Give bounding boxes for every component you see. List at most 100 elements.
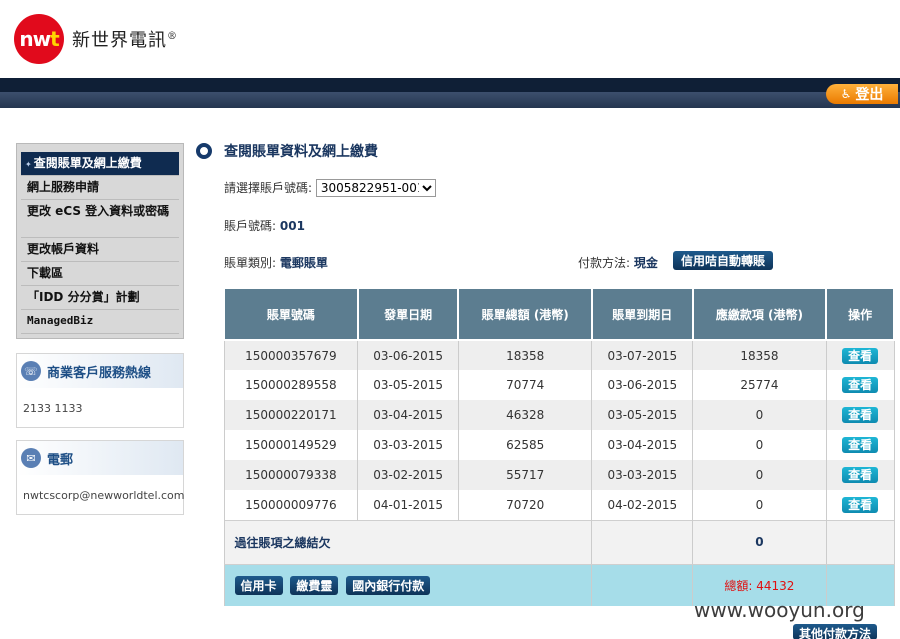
pay-method-row: 付款方法: 現金 (578, 256, 658, 270)
bill-total-cell: 46328 (457, 400, 593, 430)
wheelchair-icon: ♿ (840, 87, 852, 101)
col-bill-total: 賬單總額 (港幣) (457, 287, 593, 341)
view-button[interactable]: 查看 (842, 467, 879, 483)
other-pay-method-button[interactable]: 其他付款方法 (793, 624, 878, 639)
view-button[interactable]: 查看 (842, 437, 879, 453)
hotline-number: 2133 1133 (23, 402, 83, 415)
issue-date-cell: 04-01-2015 (357, 490, 459, 520)
pay-method-value: 現金 (633, 256, 658, 270)
account-no-row: 賬戶號碼: 001 (224, 219, 305, 233)
bill-total-cell: 70774 (457, 370, 593, 400)
bill-total-cell: 55717 (457, 460, 593, 490)
view-button[interactable]: 查看 (842, 347, 879, 364)
view-button[interactable]: 查看 (842, 377, 879, 393)
mail-icon: ✉ (21, 448, 41, 468)
sidebar-item-change-ecs-login[interactable]: 更改 eCS 登入資料或密碼 (21, 200, 179, 238)
col-bill-no: 賬單號碼 (223, 287, 359, 341)
logout-button[interactable]: ♿ 登出 (826, 84, 898, 104)
sidebar-item-bills[interactable]: ✦ 查閱賬單及網上繳費 (21, 152, 179, 176)
issue-date-cell: 03-03-2015 (357, 430, 459, 460)
credit-card-button[interactable]: 信用卡 (234, 575, 283, 595)
due-date-cell: 03-04-2015 (591, 430, 694, 460)
due-date-cell: 03-03-2015 (591, 460, 694, 490)
bill-type-row: 賬單類別: 電郵賬單 (224, 256, 328, 270)
past-due-row: 過往賬項之總結欠 0 (223, 519, 895, 565)
pps-button[interactable]: 繳費靈 (290, 575, 339, 595)
watermark-text: www.wooyun.org (694, 598, 865, 622)
bill-no-cell: 150000009776 (223, 490, 359, 520)
action-cell: 查看 (825, 340, 895, 370)
bill-total-cell: 70720 (457, 490, 593, 520)
table-header-row: 賬單號碼 發單日期 賬單總額 (港幣) 賬單到期日 應繳款項 (港幣) 操作 (223, 287, 895, 341)
sidebar-item-managedbiz[interactable]: ManagedBiz (21, 310, 179, 334)
past-due-value: 0 (692, 519, 827, 565)
issue-date-cell: 03-04-2015 (357, 400, 459, 430)
bill-no-cell: 150000079338 (223, 460, 359, 490)
amount-due-cell: 18358 (692, 340, 827, 370)
email-header: ✉ 電郵 (17, 441, 183, 475)
account-select-row: 請選擇賬戶號碼: 3005822951-001 (224, 179, 436, 197)
col-due-date: 賬單到期日 (590, 287, 694, 341)
amount-due-cell: 25774 (692, 370, 827, 400)
due-date-cell: 03-05-2015 (591, 400, 694, 430)
view-button[interactable]: 查看 (842, 407, 879, 423)
bill-no-cell: 150000357679 (223, 340, 359, 370)
bill-type-value: 電郵賬單 (279, 256, 328, 270)
action-cell: 查看 (825, 370, 895, 400)
hotline-box: ☏ 商業客戶服務熱線 2133 1133 (16, 353, 184, 428)
brand-logo[interactable]: nw t 新世界電訊® (14, 14, 178, 64)
bill-total-cell: 62585 (457, 430, 593, 460)
logo-text: 新世界電訊® (72, 30, 178, 51)
star-icon: ✦ (25, 160, 32, 169)
col-amount-due: 應繳款項 (港幣) (691, 287, 828, 341)
sidebar-menu: ✦ 查閱賬單及網上繳費 網上服務申請 更改 eCS 登入資料或密碼 更改帳戶資料 … (16, 143, 184, 339)
col-action: 操作 (825, 287, 895, 341)
logo-mark: nw t (14, 14, 64, 64)
amount-due-cell: 0 (692, 490, 827, 520)
issue-date-cell: 03-06-2015 (357, 340, 459, 370)
issue-date-cell: 03-02-2015 (357, 460, 459, 490)
past-due-label: 過往賬項之總結欠 (223, 519, 593, 565)
bill-total-cell: 18358 (457, 340, 593, 370)
table-row: 150000079338 03-02-2015 55717 03-03-2015… (223, 460, 895, 490)
sidebar-item-idd-plan[interactable]: 「IDD 分分賞」計劃 (21, 286, 179, 310)
email-address[interactable]: nwtcscorp@newworldtel.com (17, 475, 185, 514)
auto-transfer-button[interactable]: 信用咭自動轉賬 (673, 251, 774, 270)
table-row: 150000149529 03-03-2015 62585 03-04-2015… (223, 430, 895, 460)
hotline-header: ☏ 商業客戶服務熱線 (17, 354, 183, 388)
action-cell: 查看 (825, 460, 895, 490)
amount-due-cell: 0 (692, 460, 827, 490)
due-date-cell: 03-07-2015 (591, 340, 694, 370)
email-box: ✉ 電郵 nwtcscorp@newworldtel.com (16, 440, 185, 515)
issue-date-cell: 03-05-2015 (357, 370, 459, 400)
header-subbar (0, 92, 900, 108)
view-button[interactable]: 查看 (842, 496, 879, 513)
page-title: 查閱賬單資料及網上繳費 (196, 141, 378, 161)
bill-no-cell: 150000289558 (223, 370, 359, 400)
pay-buttons-cell: 信用卡 繳費靈 國內銀行付款 (223, 564, 593, 606)
header-bar (0, 78, 900, 92)
action-cell: 查看 (825, 430, 895, 460)
due-date-cell: 03-06-2015 (591, 370, 694, 400)
bill-no-cell: 150000220171 (223, 400, 359, 430)
action-cell: 查看 (825, 400, 895, 430)
table-row: 150000289558 03-05-2015 70774 03-06-2015… (223, 370, 895, 400)
account-select[interactable]: 3005822951-001 (315, 179, 436, 197)
bill-table: 賬單號碼 發單日期 賬單總額 (港幣) 賬單到期日 應繳款項 (港幣) 操作 1… (223, 287, 895, 606)
table-row: 150000220171 03-04-2015 46328 03-05-2015… (223, 400, 895, 430)
bullet-icon (196, 143, 212, 159)
amount-due-cell: 0 (692, 430, 827, 460)
action-cell: 查看 (825, 490, 895, 520)
table-row: 150000009776 04-01-2015 70720 04-02-2015… (223, 490, 895, 520)
sidebar-item-change-account[interactable]: 更改帳戶資料 (21, 238, 179, 262)
phone-icon: ☏ (21, 361, 41, 381)
china-bank-pay-button[interactable]: 國內銀行付款 (346, 575, 431, 595)
account-no-value: 001 (279, 219, 305, 233)
sidebar-item-online-service[interactable]: 網上服務申請 (21, 176, 179, 200)
col-issue-date: 發單日期 (356, 287, 460, 341)
amount-due-cell: 0 (692, 400, 827, 430)
table-row: 150000357679 03-06-2015 18358 03-07-2015… (223, 340, 895, 370)
due-date-cell: 04-02-2015 (591, 490, 694, 520)
bill-no-cell: 150000149529 (223, 430, 359, 460)
sidebar-item-download[interactable]: 下載區 (21, 262, 179, 286)
